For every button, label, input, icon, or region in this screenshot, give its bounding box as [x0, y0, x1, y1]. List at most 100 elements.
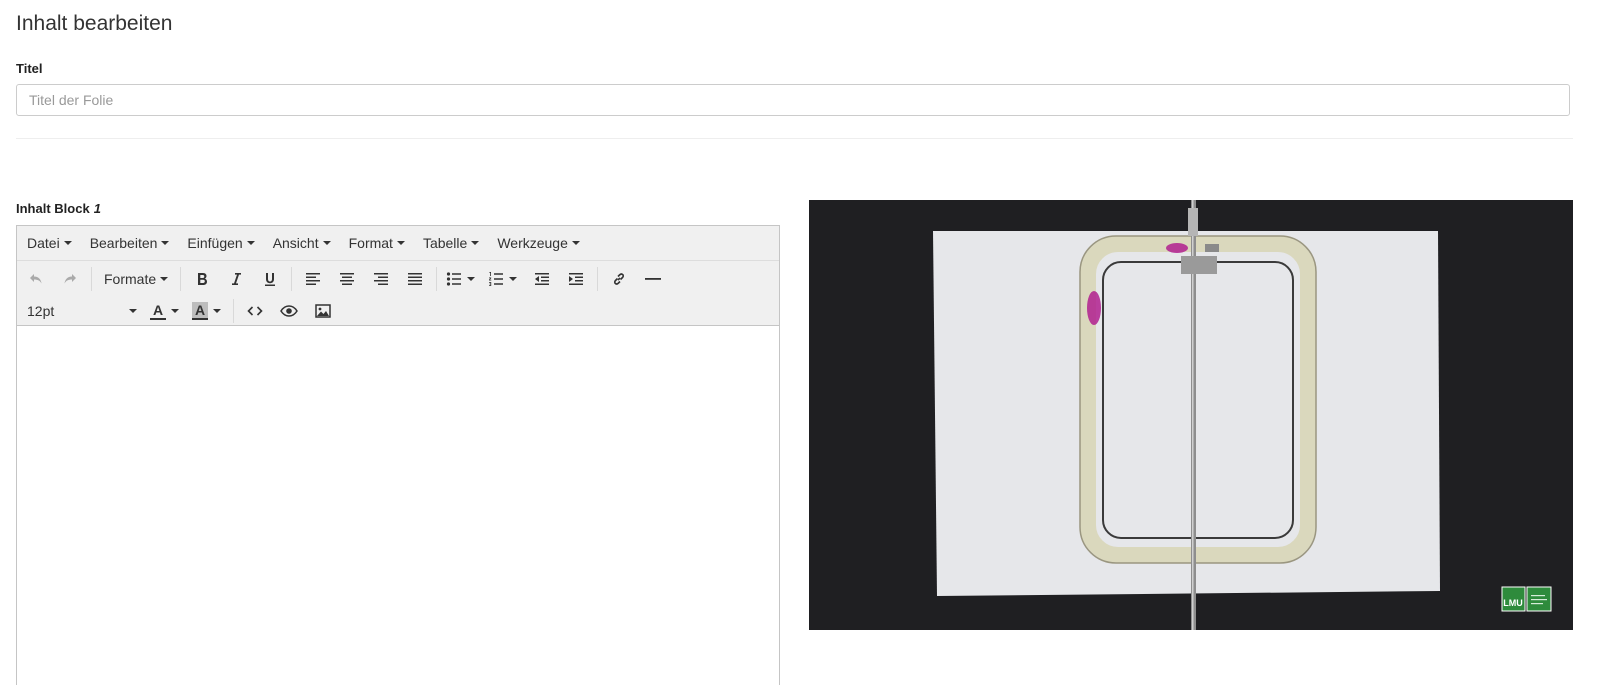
redo-button[interactable] — [53, 265, 87, 293]
align-right-button[interactable] — [364, 265, 398, 293]
content-block-label: Inhalt Block 1 — [16, 201, 101, 216]
background-color-glyph: A — [194, 302, 206, 318]
menu-label: Einfügen — [187, 235, 243, 251]
dye-left — [1087, 291, 1101, 325]
horizontal-rule-icon — [645, 278, 662, 280]
page-title: Inhalt bearbeiten — [16, 12, 173, 35]
text-color-icon: A — [150, 302, 166, 320]
experiment-photo: LMU — [809, 200, 1573, 630]
menu-datei[interactable]: Datei — [19, 229, 80, 257]
align-left-icon — [306, 273, 321, 285]
menu-ansicht[interactable]: Ansicht — [265, 229, 339, 257]
caret-down-icon — [396, 241, 405, 245]
toolbar-separator — [597, 267, 599, 291]
toolbar-separator — [180, 267, 182, 291]
link-icon — [614, 273, 625, 285]
background-color-swatch — [192, 318, 208, 320]
underline-icon — [265, 273, 276, 286]
bullet-list-icon — [447, 272, 462, 286]
bullet-list-button[interactable] — [441, 265, 467, 293]
bold-icon — [198, 273, 208, 285]
source-code-button[interactable] — [238, 297, 272, 325]
menu-einfuegen[interactable]: Einfügen — [179, 229, 262, 257]
lmu-logo-line-2 — [1531, 599, 1547, 601]
toolbar-separator — [233, 299, 234, 323]
indent-button[interactable] — [559, 265, 593, 293]
caret-down-icon — [161, 241, 170, 245]
formats-label: Formate — [104, 271, 157, 287]
insert-image-button[interactable] — [306, 297, 340, 325]
caret-down-icon — [571, 241, 580, 245]
clamp-top — [1188, 208, 1198, 236]
menu-label: Tabelle — [422, 235, 468, 251]
align-center-button[interactable] — [330, 265, 364, 293]
menu-format[interactable]: Format — [341, 229, 413, 257]
numbered-list-split-button[interactable] — [483, 265, 525, 293]
indent-icon — [569, 273, 584, 285]
align-left-button[interactable] — [296, 265, 330, 293]
background-color-button[interactable]: A — [187, 297, 213, 325]
outdent-icon — [535, 273, 550, 285]
align-right-icon — [374, 273, 389, 285]
outdent-button[interactable] — [525, 265, 559, 293]
bold-button[interactable] — [185, 265, 219, 293]
menu-bearbeiten[interactable]: Bearbeiten — [82, 229, 178, 257]
undo-button[interactable] — [19, 265, 53, 293]
source-code-icon — [247, 306, 263, 316]
caret-down-icon — [171, 309, 179, 313]
section-divider — [16, 138, 1573, 139]
rich-text-editor: Datei Bearbeiten Einfügen Ansicht Format… — [16, 225, 780, 685]
editor-content-area[interactable] — [17, 326, 779, 685]
toolbar-row-2: 12pt A A — [19, 295, 779, 327]
content-image: LMU — [809, 200, 1573, 630]
toolbar-row-1: Formate — [19, 263, 779, 295]
undo-icon — [30, 274, 42, 284]
caret-down-icon — [467, 277, 476, 281]
toolbar-separator — [291, 267, 293, 291]
menu-label: Bearbeiten — [89, 235, 158, 251]
title-input[interactable] — [16, 84, 1570, 116]
underline-button[interactable] — [253, 265, 287, 293]
toolbar-separator — [436, 267, 438, 291]
formats-dropdown[interactable]: Formate — [96, 265, 176, 293]
menu-werkzeuge[interactable]: Werkzeuge — [489, 229, 588, 257]
lmu-logo-line-3 — [1531, 603, 1543, 605]
background-color-split-button[interactable]: A — [187, 297, 229, 325]
clamp — [1181, 256, 1217, 274]
background-color-icon: A — [192, 302, 208, 320]
caret-down-icon — [160, 277, 169, 281]
caret-down-icon — [509, 277, 518, 281]
align-justify-icon — [408, 273, 423, 285]
editor-toolbar: Formate 12pt A A — [17, 261, 779, 326]
caret-down-icon — [322, 241, 331, 245]
caret-down-icon — [63, 241, 72, 245]
dye-top — [1166, 243, 1188, 253]
text-color-split-button[interactable]: A — [145, 297, 187, 325]
lmu-logo-text: LMU — [1503, 598, 1523, 608]
redo-icon — [64, 274, 76, 284]
align-justify-button[interactable] — [398, 265, 432, 293]
preview-button[interactable] — [272, 297, 306, 325]
title-field-label: Titel — [16, 61, 43, 76]
caret-down-icon — [246, 241, 255, 245]
content-block-label-text: Inhalt Block — [16, 201, 90, 216]
text-color-swatch — [150, 318, 166, 320]
horizontal-rule-button[interactable] — [636, 265, 670, 293]
menu-tabelle[interactable]: Tabelle — [415, 229, 487, 257]
menu-label: Werkzeuge — [497, 235, 568, 251]
insert-image-icon — [315, 304, 331, 318]
numbered-list-button[interactable] — [483, 265, 509, 293]
italic-icon — [232, 273, 242, 285]
content-block-number: 1 — [93, 201, 101, 216]
italic-button[interactable] — [219, 265, 253, 293]
bullet-list-split-button[interactable] — [441, 265, 483, 293]
menu-label: Format — [348, 235, 393, 251]
toolbar-separator — [91, 267, 92, 291]
caret-down-icon — [213, 309, 221, 313]
font-size-dropdown[interactable]: 12pt — [19, 297, 145, 325]
caret-down-icon — [471, 241, 480, 245]
text-color-button[interactable]: A — [145, 297, 171, 325]
editor-menubar: Datei Bearbeiten Einfügen Ansicht Format… — [17, 226, 779, 261]
link-button[interactable] — [602, 265, 636, 293]
lmu-logo-line-1 — [1531, 595, 1545, 597]
